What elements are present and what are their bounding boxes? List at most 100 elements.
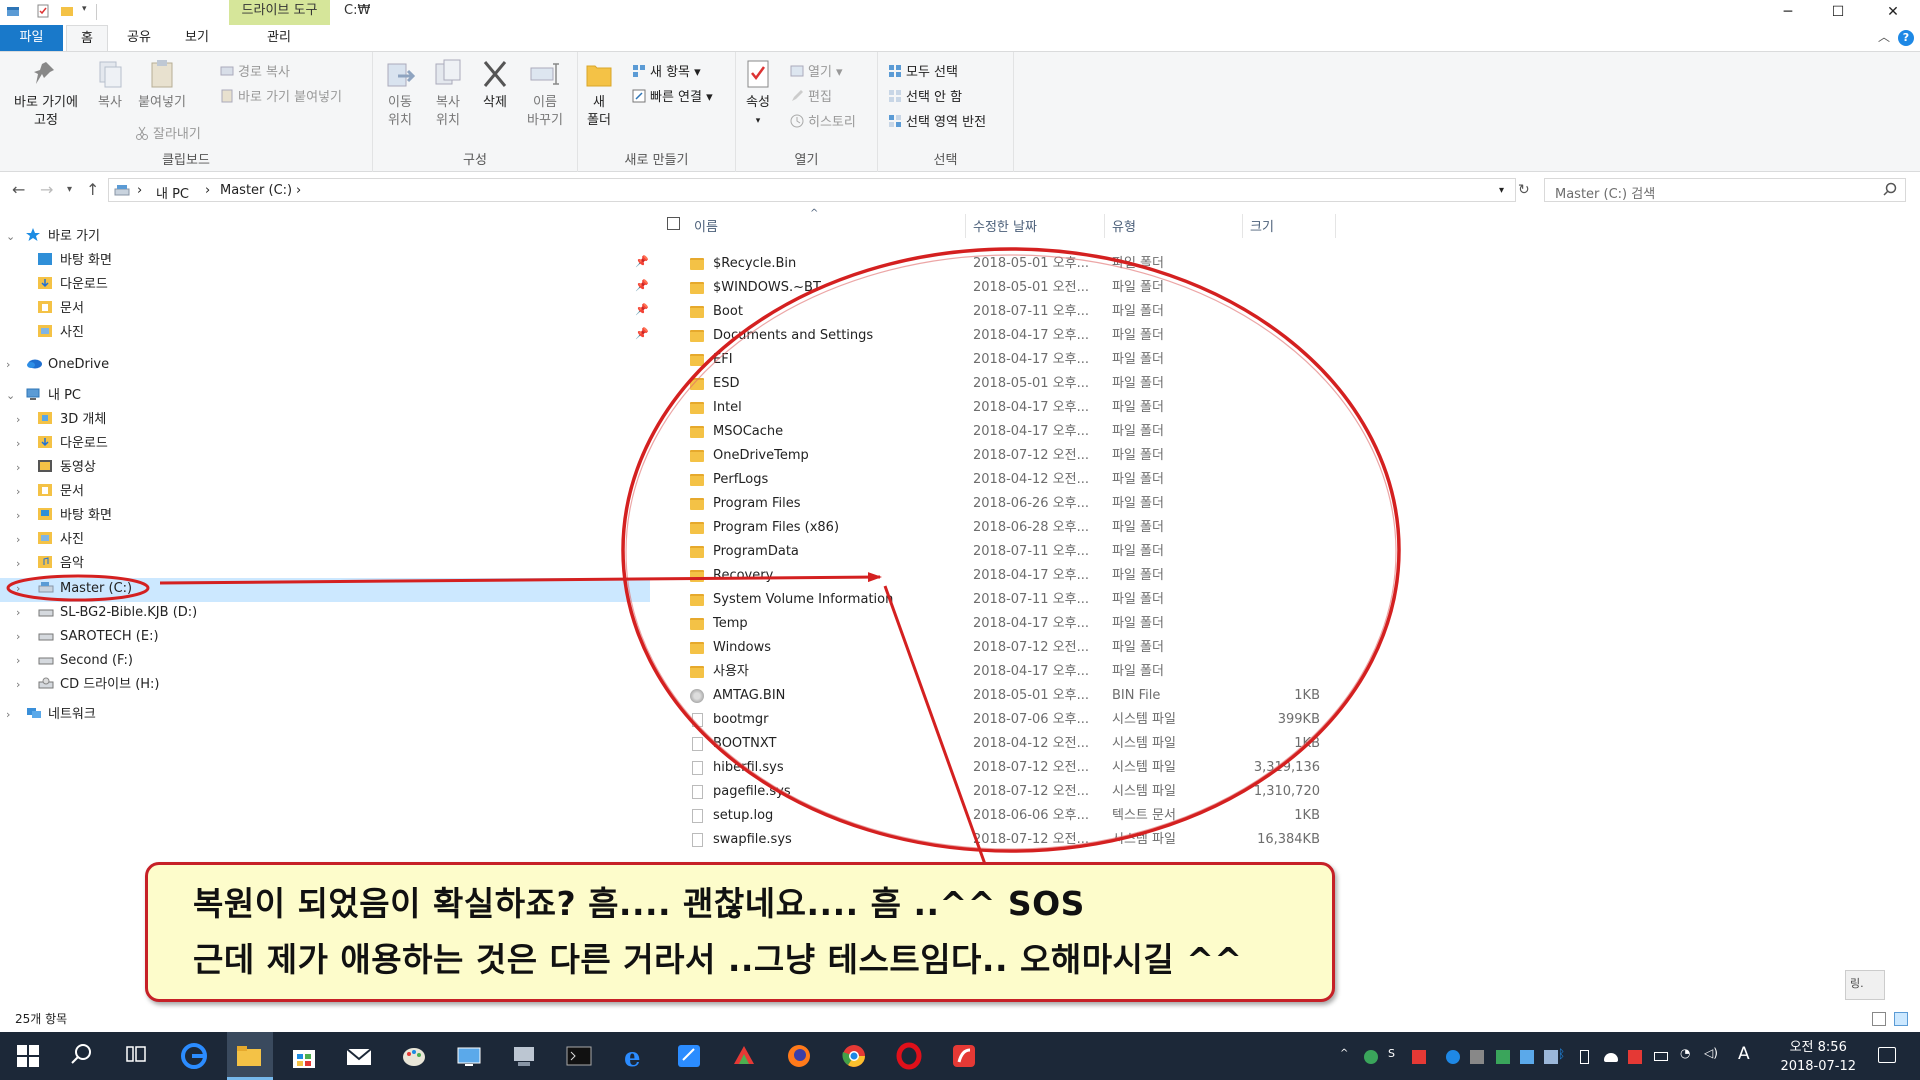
file-row[interactable]: $WINDOWS.~BT 2018-05-01 오전... 파일 폴더 [655, 276, 1355, 300]
file-row[interactable]: Boot 2018-07-11 오후... 파일 폴더 [655, 300, 1355, 324]
internet-explorer-icon[interactable]: e [620, 1042, 648, 1073]
chrome-icon[interactable] [840, 1042, 868, 1070]
file-row[interactable]: MSOCache 2018-04-17 오후... 파일 폴더 [655, 420, 1355, 444]
paint-icon[interactable] [400, 1042, 428, 1070]
pin-icon[interactable]: 📌 [635, 279, 649, 292]
pin-icon[interactable]: 📌 [635, 303, 649, 316]
clock[interactable]: 오전 8:56 2018-07-12 [1780, 1038, 1856, 1076]
file-row[interactable]: swapfile.sys 2018-07-12 오전... 시스템 파일 16,384… [655, 828, 1355, 852]
edit-button[interactable]: 편집 [790, 86, 832, 105]
mail-icon[interactable] [345, 1042, 373, 1070]
onedrive-tray-icon[interactable] [1604, 1053, 1618, 1062]
file-row[interactable]: pagefile.sys 2018-07-12 오전... 시스템 파일 1,310,… [655, 780, 1355, 804]
task-view-icon[interactable] [124, 1042, 152, 1070]
file-row[interactable]: ProgramData 2018-07-11 오후... 파일 폴더 [655, 540, 1355, 564]
recent-locations-icon[interactable]: ▾ [67, 184, 72, 195]
collapsed-chevron-icon[interactable]: › [16, 481, 20, 503]
collapsed-chevron-icon[interactable]: › [16, 650, 20, 672]
tree-videos[interactable]: › 동영상 [16, 457, 96, 479]
notepad-icon[interactable] [675, 1042, 703, 1070]
firefox-icon[interactable] [785, 1042, 813, 1070]
file-row[interactable]: Recovery 2018-04-17 오후... 파일 폴더 [655, 564, 1355, 588]
shield-icon[interactable] [1628, 1050, 1642, 1064]
properties-dropdown-icon[interactable]: ▾ [740, 112, 776, 130]
tree-this-pc[interactable]: ⌄ 내 PC [6, 385, 81, 407]
tab-share[interactable]: 공유 [114, 25, 164, 51]
copy-button[interactable]: 복사 [88, 58, 132, 112]
tree-quick-downloads[interactable]: 다운로드 [38, 274, 108, 296]
collapsed-chevron-icon[interactable]: › [16, 553, 20, 575]
delete-button[interactable]: 삭제 [475, 58, 515, 112]
file-row[interactable]: 사용자 2018-04-17 오후... 파일 폴더 [655, 660, 1355, 684]
file-row[interactable]: hiberfil.sys 2018-07-12 오전... 시스템 파일 3,319,… [655, 756, 1355, 780]
tree-drive-f[interactable]: › Second (F:) [16, 650, 133, 672]
expanded-chevron-icon[interactable]: ⌄ [6, 385, 15, 407]
move-to-button[interactable]: 이동 위치 [377, 58, 423, 130]
copy-to-button[interactable]: 복사 위치 [425, 58, 471, 130]
tray-app-icon[interactable] [1364, 1050, 1378, 1064]
tree-drive-c[interactable]: › Master (C:) [16, 578, 132, 600]
tree-desktop[interactable]: › 바탕 화면 [16, 505, 112, 527]
collapsed-chevron-icon[interactable]: › [16, 433, 20, 455]
tray-monitor-icon[interactable] [1520, 1050, 1534, 1064]
column-header-type[interactable]: 유형 [1112, 216, 1136, 235]
cut-button[interactable]: 잘라내기 [135, 123, 201, 142]
battery-icon[interactable] [1654, 1052, 1668, 1061]
collapsed-chevron-icon[interactable]: › [16, 409, 20, 431]
maximize-button[interactable]: ☐ [1815, 0, 1861, 25]
minimize-button[interactable]: ─ [1765, 0, 1811, 25]
tree-music[interactable]: › 음악 [16, 553, 84, 575]
start-windows-icon[interactable] [14, 1042, 42, 1070]
paste-button[interactable]: 붙여넣기 [134, 58, 190, 112]
properties-button[interactable]: 속성 ▾ [740, 58, 776, 130]
column-header-size[interactable]: 크기 [1250, 216, 1274, 235]
file-row[interactable]: Windows 2018-07-12 오전... 파일 폴더 [655, 636, 1355, 660]
collapsed-chevron-icon[interactable]: › [16, 457, 20, 479]
floating-widget[interactable]: 링. [1845, 970, 1885, 1000]
help-icon[interactable]: ? [1898, 30, 1914, 46]
tree-onedrive[interactable]: › OneDrive [6, 354, 109, 376]
file-row[interactable]: EFI 2018-04-17 오후... 파일 폴더 [655, 348, 1355, 372]
search-icon[interactable] [70, 1042, 98, 1070]
tray-volume-red-icon[interactable] [1412, 1050, 1426, 1064]
collapsed-chevron-icon[interactable]: › [16, 578, 20, 600]
flash-icon[interactable] [950, 1042, 978, 1070]
breadcrumb-this-pc[interactable]: 내 PC [156, 183, 189, 202]
photoshop-like-icon[interactable] [730, 1042, 758, 1070]
column-header-name[interactable]: 이름 [694, 216, 718, 235]
usb-device-icon[interactable] [1580, 1050, 1589, 1064]
tree-quick-documents[interactable]: 문서 [38, 298, 84, 320]
remote-desktop-icon[interactable] [455, 1042, 483, 1070]
file-row[interactable]: OneDriveTemp 2018-07-12 오전... 파일 폴더 [655, 444, 1355, 468]
pin-icon[interactable]: 📌 [635, 255, 649, 268]
tree-pictures[interactable]: › 사진 [16, 529, 84, 551]
tab-file[interactable]: 파일 [0, 25, 63, 51]
file-row[interactable]: BOOTNXT 2018-04-12 오전... 시스템 파일 1KB [655, 732, 1355, 756]
expanded-chevron-icon[interactable]: ⌄ [6, 226, 15, 248]
file-row[interactable]: setup.log 2018-06-06 오후... 텍스트 문서 1KB [655, 804, 1355, 828]
file-row[interactable]: Documents and Settings 2018-04-17 오후... 파일… [655, 324, 1355, 348]
collapsed-chevron-icon[interactable]: › [16, 602, 20, 624]
tree-drive-e[interactable]: › SAROTECH (E:) [16, 626, 159, 648]
app-icon[interactable] [6, 4, 20, 18]
copy-path-button[interactable]: 경로 복사 [220, 61, 290, 80]
select-all-checkbox[interactable] [667, 217, 680, 230]
file-explorer-icon[interactable] [235, 1042, 263, 1070]
column-separator[interactable] [1242, 214, 1243, 238]
search-input[interactable]: Master (C:) 검색 [1544, 178, 1906, 202]
opera-icon[interactable] [895, 1042, 923, 1070]
file-row[interactable]: Temp 2018-04-17 오후... 파일 폴더 [655, 612, 1355, 636]
collapsed-chevron-icon[interactable]: › [16, 505, 20, 527]
bluetooth-icon[interactable]: ᛒ [1558, 1047, 1572, 1061]
tree-drive-d[interactable]: › SL-BG2-Bible.KJB (D:) [16, 602, 197, 624]
terminal-icon[interactable] [565, 1042, 593, 1070]
select-all-button[interactable]: 모두 선택 [888, 61, 958, 80]
new-folder-button[interactable]: 새 폴더 [582, 58, 616, 130]
tray-device-icon[interactable] [1470, 1050, 1484, 1064]
easy-access-button[interactable]: 빠른 연결 ▾ [632, 86, 713, 105]
collapsed-chevron-icon[interactable]: › [16, 529, 20, 551]
wifi-icon[interactable]: ◔ [1680, 1046, 1694, 1060]
qat-dropdown-icon[interactable]: ▾ [82, 4, 96, 18]
network-share-icon[interactable] [510, 1042, 538, 1070]
tree-quick-desktop[interactable]: 바탕 화면 [38, 250, 112, 272]
